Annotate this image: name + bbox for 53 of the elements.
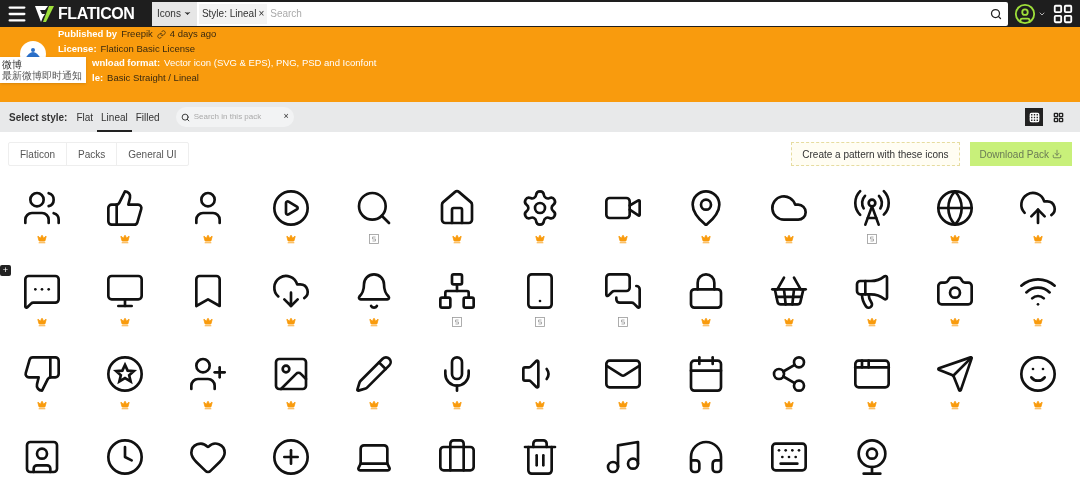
apps-grid-icon[interactable] xyxy=(1052,2,1074,25)
small-grid-view-button[interactable] xyxy=(1025,108,1043,126)
author-link[interactable]: Freepik xyxy=(121,27,153,42)
published-label: Published by xyxy=(58,27,118,41)
globe-icon[interactable] xyxy=(935,188,976,228)
license-label: License: xyxy=(58,41,97,56)
logo-text[interactable]: FLATICON xyxy=(58,1,135,26)
style-bar-label: Select style: xyxy=(9,110,68,125)
format-label: wnload format: xyxy=(92,56,161,70)
add-button[interactable]: + xyxy=(0,265,11,276)
breadcrumb-link[interactable]: Flaticon xyxy=(9,143,66,165)
license-value[interactable]: Flaticon Basic License xyxy=(100,41,196,56)
breadcrumb-link[interactable]: General UI xyxy=(116,143,188,165)
thumbs-up-icon[interactable] xyxy=(104,188,145,228)
style-tab[interactable]: Lineal xyxy=(97,102,132,132)
chat-bubbles-icon[interactable] xyxy=(603,271,644,311)
user-avatar-icon[interactable] xyxy=(1014,2,1036,25)
pencil-icon[interactable] xyxy=(353,354,394,394)
star-circle-icon[interactable] xyxy=(104,354,145,394)
filter-label: Style: Lineal xyxy=(201,7,257,21)
clock-icon[interactable] xyxy=(104,437,145,477)
format-value: Vector icon (SVG & EPS), PNG, PSD and Iconfont xyxy=(164,56,377,70)
breadcrumb-link[interactable]: Packs xyxy=(66,143,117,165)
filter-remove[interactable]: × xyxy=(258,6,265,21)
notification-title: 微博 xyxy=(2,59,22,70)
logo-icon[interactable] xyxy=(34,3,56,24)
download-icon xyxy=(1052,149,1062,159)
search-field[interactable]: Style: Lineal × Search xyxy=(196,1,1008,26)
type-dropdown[interactable]: Icons xyxy=(152,1,197,26)
style-tab[interactable]: Filled xyxy=(131,102,164,132)
style-value: Basic Straight / Lineal xyxy=(107,70,199,85)
style-tab[interactable]: Flat xyxy=(72,102,98,132)
notification-popup[interactable]: 微博 最新微博即时通知 xyxy=(0,57,86,83)
plus-circle-icon[interactable] xyxy=(270,437,311,477)
smiley-icon[interactable] xyxy=(1018,354,1059,394)
caret-icon xyxy=(182,9,192,18)
published-time: 4 days ago xyxy=(169,27,217,41)
sitemap-icon[interactable] xyxy=(436,271,477,311)
play-icon[interactable] xyxy=(270,188,311,228)
search-input[interactable]: Search xyxy=(267,1,990,26)
notification-body: 最新微博即时通知 xyxy=(2,70,83,81)
search-icon xyxy=(180,112,190,122)
filter-chip[interactable]: Style: Lineal × xyxy=(198,3,268,24)
paper-plane-icon[interactable] xyxy=(935,354,976,394)
search-icon[interactable] xyxy=(990,7,1002,20)
create-pattern-button[interactable]: Create a pattern with these icons xyxy=(791,142,960,166)
download-pack-button[interactable]: Download Pack xyxy=(969,142,1072,166)
antenna-tower-icon[interactable] xyxy=(852,188,893,228)
thumbs-down-icon[interactable] xyxy=(21,354,62,394)
style-label: le: xyxy=(92,70,104,85)
pack-search-field[interactable]: Search in this pack × xyxy=(175,107,294,127)
link-icon[interactable] xyxy=(156,29,166,39)
clear-search[interactable]: × xyxy=(283,110,289,124)
